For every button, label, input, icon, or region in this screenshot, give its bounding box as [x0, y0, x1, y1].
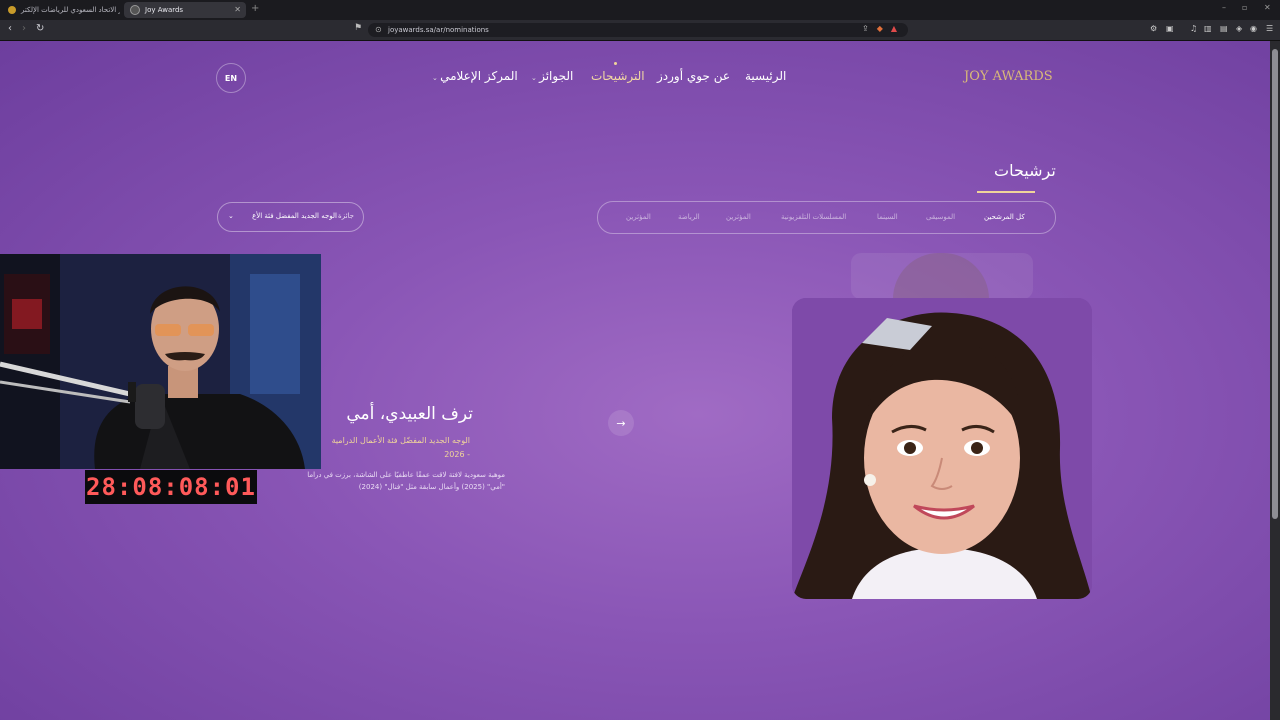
- nominee-name: ترف العبيدي، أمي: [346, 404, 473, 424]
- site-logo[interactable]: JOY AWARDS: [964, 69, 1053, 84]
- wallet-icon[interactable]: ▤: [1220, 24, 1228, 33]
- browser-tab-bar: جوائز الاتحاد السعودي للرياضات الإلكتر J…: [0, 0, 1280, 20]
- music-icon[interactable]: ♫: [1190, 24, 1197, 33]
- browser-toolbar: ‹ › ↻ ⚑ ⊙ joyawards.sa/ar/nominations ⇪ …: [0, 20, 1280, 41]
- tab-music[interactable]: الموسيقى: [926, 213, 955, 221]
- nominee-portrait-image: [792, 298, 1092, 599]
- tab-sports[interactable]: الرياضة: [678, 213, 700, 221]
- nominee-category: الوجه الجديد المفضّل فئة الأعمال الدرامي…: [331, 436, 470, 459]
- menu-icon[interactable]: ☰: [1266, 24, 1273, 33]
- back-icon[interactable]: ‹: [8, 23, 12, 34]
- bookmark-icon[interactable]: ⚑: [354, 23, 362, 33]
- nav-item-about[interactable]: عن جوي أوردز: [657, 69, 730, 83]
- shield-icon[interactable]: ◆: [877, 24, 883, 33]
- nav-item-awards[interactable]: ⌄ الجوائز: [531, 69, 573, 83]
- nominee-photo: [792, 298, 1092, 599]
- new-tab-icon[interactable]: +: [251, 3, 259, 14]
- address-bar[interactable]: ⊙ joyawards.sa/ar/nominations: [368, 23, 908, 37]
- next-arrow-icon[interactable]: →: [608, 410, 634, 436]
- filter-value: الوجه الجديد المفضل فئة الأع: [252, 212, 337, 220]
- nav-label: المركز الإعلامي: [440, 69, 518, 83]
- active-nav-indicator: [614, 62, 617, 65]
- profile-icon[interactable]: ◉: [1250, 24, 1257, 33]
- scrollbar-thumb[interactable]: [1272, 49, 1278, 519]
- webcam-overlay: [0, 254, 321, 469]
- reload-icon[interactable]: ↻: [36, 23, 44, 34]
- nav-label: الجوائز: [539, 69, 574, 83]
- language-toggle-button[interactable]: EN: [216, 63, 246, 93]
- filter-label: جائزة: [338, 212, 354, 220]
- tab-favicon-icon: [8, 6, 16, 14]
- nav-item-media-center[interactable]: ⌄ المركز الإعلامي: [432, 69, 518, 83]
- tab-all-nominees[interactable]: كل المرشحين: [984, 213, 1025, 221]
- tab-title: Joy Awards: [145, 6, 184, 14]
- tab-influencers-2[interactable]: المؤثرين: [626, 213, 651, 221]
- chevron-down-icon: ⌄: [228, 212, 234, 220]
- rewards-icon[interactable]: ▲: [891, 24, 897, 33]
- site-info-icon[interactable]: ⊙: [375, 25, 382, 34]
- minimize-icon[interactable]: –: [1222, 3, 1226, 12]
- url-text: joyawards.sa/ar/nominations: [388, 26, 489, 34]
- stream-timer: 28:08:08:01: [85, 470, 257, 504]
- extension-icon[interactable]: ⚙: [1150, 24, 1157, 33]
- award-filter-select[interactable]: جائزة الوجه الجديد المفضل فئة الأع ⌄: [217, 202, 364, 232]
- extension-icon[interactable]: ▣: [1166, 24, 1174, 33]
- forward-icon[interactable]: ›: [22, 23, 26, 34]
- page-title: ترشيحات: [994, 161, 1056, 180]
- maximize-icon[interactable]: ▫: [1242, 3, 1247, 12]
- share-icon[interactable]: ⇪: [862, 24, 869, 33]
- tab-tv-series[interactable]: المسلسلات التلفزيونية: [781, 213, 846, 221]
- nav-item-home[interactable]: الرئيسية: [745, 69, 786, 83]
- address-bar-actions: ⇪ ◆ ▲: [862, 24, 897, 33]
- webcam-feed-image: [0, 254, 321, 469]
- vpn-icon[interactable]: ◈: [1236, 24, 1242, 33]
- nominee-description: موهبة سعودية لافتة لاقت عمقًا عاطفيًا عل…: [307, 471, 505, 491]
- chevron-down-icon: ⌄: [531, 74, 540, 82]
- active-tab-underline: [977, 191, 1035, 193]
- tab-title: جوائز الاتحاد السعودي للرياضات الإلكتر: [21, 6, 120, 14]
- tab-cinema[interactable]: السينما: [877, 213, 898, 221]
- browser-tab-active[interactable]: Joy Awards ✕: [124, 2, 246, 18]
- nav-item-nominations[interactable]: الترشيحات: [591, 69, 645, 83]
- tab-favicon-icon: [130, 5, 140, 15]
- sidebar-icon[interactable]: ▥: [1204, 24, 1212, 33]
- close-window-icon[interactable]: ✕: [1264, 3, 1271, 12]
- browser-tab[interactable]: جوائز الاتحاد السعودي للرياضات الإلكتر: [2, 2, 120, 18]
- chevron-down-icon: ⌄: [432, 74, 441, 82]
- tab-influencers[interactable]: المؤثرين: [726, 213, 751, 221]
- close-tab-icon[interactable]: ✕: [234, 5, 241, 14]
- page-scrollbar[interactable]: [1270, 41, 1280, 720]
